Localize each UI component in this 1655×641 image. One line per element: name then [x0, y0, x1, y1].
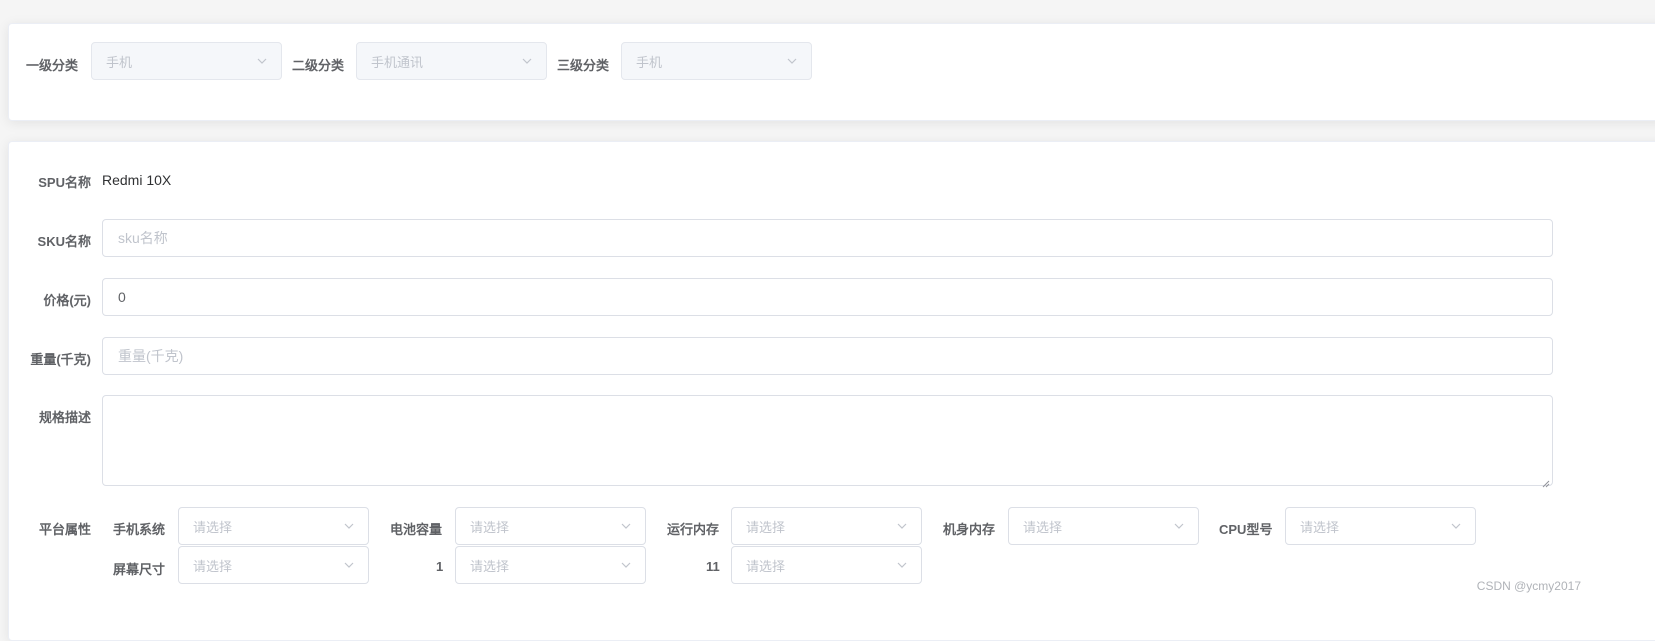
attr-label: CPU型号 [1219, 522, 1273, 537]
chevron-down-icon [897, 521, 907, 531]
attr-select[interactable]: 请选择 [455, 507, 646, 545]
attr-placeholder: 请选择 [470, 558, 510, 574]
price-value: 0 [118, 289, 126, 305]
weight-input[interactable]: 重量(千克) [102, 337, 1553, 375]
level3-label: 三级分类 [557, 58, 610, 73]
attr-label: 屏幕尺寸 [113, 562, 166, 577]
chevron-down-icon [621, 560, 631, 570]
attr-label: 11 [706, 559, 720, 574]
attr-select[interactable]: 请选择 [1008, 507, 1199, 545]
attr-label: 机身内存 [943, 522, 996, 537]
spu-name-label: SPU名称 [38, 175, 91, 190]
attr-placeholder: 请选择 [746, 558, 786, 574]
attr-placeholder: 请选择 [193, 558, 233, 574]
weight-placeholder: 重量(千克) [118, 348, 184, 364]
attr-placeholder: 请选择 [1023, 519, 1063, 535]
price-label: 价格(元) [43, 293, 91, 308]
sku-name-placeholder: sku名称 [118, 230, 168, 246]
level2-select[interactable]: 手机通讯 [356, 42, 547, 80]
chevron-down-icon [522, 56, 532, 66]
chevron-down-icon [344, 521, 354, 531]
level3-select[interactable]: 手机 [621, 42, 812, 80]
chevron-down-icon [621, 521, 631, 531]
attr-placeholder: 请选择 [1300, 519, 1340, 535]
attr-select[interactable]: 请选择 [1285, 507, 1476, 545]
spec-desc-label: 规格描述 [38, 410, 91, 425]
attr-placeholder: 请选择 [746, 519, 786, 535]
spu-name-value: Redmi 10X [102, 172, 172, 188]
chevron-down-icon [1174, 521, 1184, 531]
attr-label: 运行内存 [667, 522, 720, 537]
level2-label: 二级分类 [292, 58, 345, 73]
chevron-down-icon [787, 56, 797, 66]
attr-select[interactable]: 请选择 [731, 546, 922, 584]
attr-select[interactable]: 请选择 [731, 507, 922, 545]
price-input[interactable]: 0 [102, 278, 1553, 316]
attr-select[interactable]: 请选择 [178, 546, 369, 584]
level1-select[interactable]: 手机 [91, 42, 282, 80]
watermark: CSDN @ycmy2017 [1476, 579, 1581, 593]
sku-name-input[interactable]: sku名称 [102, 219, 1553, 257]
platform-attr-label: 平台属性 [38, 522, 91, 537]
chevron-down-icon [257, 56, 267, 66]
chevron-down-icon [897, 560, 907, 570]
attr-select[interactable]: 请选择 [455, 546, 646, 584]
chevron-down-icon [344, 560, 354, 570]
spec-desc-textarea[interactable] [102, 395, 1553, 488]
attr-placeholder: 请选择 [193, 519, 233, 535]
chevron-down-icon [1451, 521, 1461, 531]
resize-grip-icon[interactable] [1542, 475, 1550, 488]
weight-label: 重量(千克) [30, 352, 91, 367]
attr-label: 手机系统 [113, 522, 166, 537]
level3-value: 手机 [636, 54, 663, 70]
level2-value: 手机通讯 [371, 54, 424, 70]
attr-label: 电池容量 [390, 522, 443, 537]
attr-select[interactable]: 请选择 [178, 507, 369, 545]
attr-placeholder: 请选择 [470, 519, 510, 535]
attr-label: 1 [436, 559, 444, 574]
level1-label: 一级分类 [26, 58, 79, 73]
level1-value: 手机 [106, 54, 133, 70]
sku-name-label: SKU名称 [37, 234, 91, 249]
